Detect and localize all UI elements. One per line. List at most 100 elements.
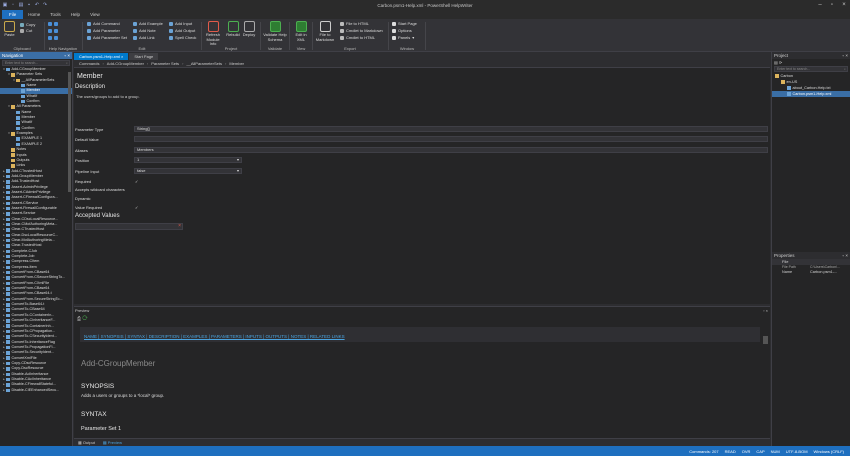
add-output-button[interactable]: Add Output <box>169 28 195 33</box>
paste-button[interactable]: Paste <box>4 21 15 38</box>
close-window-button[interactable]: × <box>838 0 850 10</box>
menu-home[interactable]: Home <box>23 10 45 19</box>
title-bar: ▣ ▫ ▤ ▪ ↶ ↷ Carbon.psm1-Help.xml - Power… <box>0 0 850 10</box>
print-icon[interactable]: ⎙ <box>77 316 81 322</box>
markdown-icon <box>319 21 331 32</box>
tab-carbon-help-xml[interactable]: Carbon.psm1-Help.xml × <box>74 53 129 60</box>
navigation-panel: Navigation ▫ × Enter text to search... ⌕ ▾… <box>0 52 73 446</box>
clipboard-group: Paste Copy Cut Clipboard <box>4 21 36 51</box>
panel-pin-icon[interactable]: ▫ × <box>843 252 848 259</box>
bottom-tabs: ▦ Output ▦ Preview <box>74 438 770 446</box>
document-icon <box>21 83 25 88</box>
maximize-button[interactable]: ▫ <box>826 0 838 10</box>
description-textarea[interactable]: The users/groups to add to a group. <box>75 93 769 125</box>
status-line-endings[interactable]: Windows (CRLF) <box>814 449 844 454</box>
add-parameter-button[interactable]: Add Parameter <box>87 28 120 33</box>
accepted-values-input[interactable]: × <box>75 223 183 230</box>
add-example-button[interactable]: Add Example <box>133 21 163 26</box>
document-icon <box>6 383 10 387</box>
project-tree-item[interactable]: Carbon.psm1-Help.xml <box>772 91 850 97</box>
collapse-icon[interactable]: ▤ <box>774 60 778 65</box>
panel-pin-icon[interactable]: ▫ × <box>763 308 768 313</box>
required-checkbox[interactable]: ✓ <box>135 179 138 184</box>
panel-pin-icon[interactable]: ▫ × <box>65 52 70 59</box>
panels-button[interactable]: Panels ▾ <box>392 35 414 40</box>
rebuild-icon <box>227 21 239 32</box>
folder-icon <box>11 73 15 77</box>
tab-preview[interactable]: ▦ Preview <box>99 440 126 445</box>
file-to-html-button[interactable]: File to HTML <box>340 21 369 26</box>
document-icon <box>6 233 10 238</box>
document-icon <box>6 340 10 344</box>
add-note-button[interactable]: Add Note <box>133 28 156 33</box>
validate-help-schema-button[interactable]: Validate Help Schema <box>263 21 287 42</box>
copy-button[interactable]: Copy <box>20 22 35 27</box>
refresh-icon[interactable]: ⟳ <box>82 316 87 322</box>
menu-file[interactable]: File <box>2 10 24 19</box>
parameter-type-field[interactable]: String[] <box>134 126 768 132</box>
parameter-editor: Member Description The users/groups to a… <box>74 68 770 304</box>
add-example-icon <box>133 21 137 26</box>
project-search-input[interactable]: Enter text to search... ⌕ <box>774 66 848 72</box>
add-link-icon <box>133 35 137 40</box>
menu-tools[interactable]: Tools <box>45 10 66 19</box>
preview-panel: Preview ▫ × ⎙ ⟳ NAME | SYNOPSIS | SYNTAX… <box>74 306 770 438</box>
nav-back-icon[interactable] <box>48 22 58 26</box>
breadcrumb-item[interactable]: Member <box>226 61 247 66</box>
breadcrumb: Commands › Add-CGroupMember › Parameter Se… <box>74 60 770 68</box>
cmdlet-to-markdown-button[interactable]: Cmdlet to Markdown <box>340 28 383 33</box>
nav-up-icon[interactable] <box>48 29 58 33</box>
status-encoding[interactable]: UTF-8-BOM <box>786 449 808 454</box>
document-icon <box>6 377 10 382</box>
minimize-button[interactable]: – <box>814 0 826 10</box>
rebuild-button[interactable]: Rebuild <box>226 21 240 38</box>
refresh-icon[interactable]: ⟳ <box>779 60 782 65</box>
refresh-icon <box>207 21 219 32</box>
preview-scrollbar[interactable] <box>763 336 768 344</box>
document-icon <box>787 86 791 90</box>
clear-icon[interactable]: × <box>178 224 181 229</box>
tree-item[interactable]: ▸ Disable-CIEEnhancedSecu... <box>0 388 72 393</box>
folder-icon <box>16 78 20 83</box>
html-small-icon <box>340 35 344 40</box>
document-icon <box>6 303 10 307</box>
preview-section-links[interactable]: NAME | SYNOPSIS | SYNTAX | DESCRIPTION |… <box>84 334 345 339</box>
add-command-button[interactable]: Add Command <box>87 21 120 26</box>
breadcrumb-item[interactable]: Add-CGroupMember <box>104 61 147 66</box>
breadcrumb-item[interactable]: Parameter Sets <box>148 61 182 66</box>
tab-start-page[interactable]: Start Page <box>129 53 159 60</box>
add-input-button[interactable]: Add Input <box>169 21 192 26</box>
position-select[interactable]: 1 ▾ <box>134 157 242 163</box>
default-value-field[interactable] <box>134 136 768 142</box>
add-parameter-set-button[interactable]: Add Parameter Set <box>87 35 127 40</box>
aliases-field[interactable]: Members <box>134 147 768 153</box>
start-page-button[interactable]: Start Page <box>392 21 417 26</box>
close-icon[interactable]: × <box>121 54 123 59</box>
value-required-checkbox[interactable]: ✓ <box>135 205 138 210</box>
cmdlet-to-html-button[interactable]: Cmdlet to HTML <box>340 35 375 40</box>
aliases-label: Aliases <box>75 148 88 153</box>
file-to-markdown-button[interactable]: File to Markdown <box>314 21 336 42</box>
navigation-search-input[interactable]: Enter text to search... ⌕ <box>2 60 70 66</box>
pipeline-input-select[interactable]: false ▾ <box>134 168 242 174</box>
tab-output[interactable]: ▦ Output <box>74 440 99 445</box>
properties-row-name[interactable]: Name Carbon.psm1-... <box>772 270 850 275</box>
edit-in-xml-button[interactable]: Edit in XML <box>291 21 311 42</box>
cut-button[interactable]: Cut <box>20 28 32 33</box>
refresh-module-info-button[interactable]: Refresh Module Info <box>203 21 223 47</box>
deploy-button[interactable]: Deploy <box>242 21 256 38</box>
document-icon <box>6 174 10 179</box>
menu-view[interactable]: View <box>85 10 105 19</box>
add-link-button[interactable]: Add Link <box>133 35 155 40</box>
breadcrumb-item[interactable]: Commands <box>76 61 102 66</box>
options-button[interactable]: Options <box>392 28 412 33</box>
navigation-scrollbar[interactable] <box>68 72 71 192</box>
document-icon <box>16 137 20 141</box>
validate-icon <box>269 21 281 32</box>
spell-check-button[interactable]: Spell Check <box>169 35 196 40</box>
breadcrumb-item[interactable]: __AllParameterSets <box>183 61 225 66</box>
menu-help[interactable]: Help <box>66 10 85 19</box>
nav-down-icon[interactable] <box>48 36 58 40</box>
panel-pin-icon[interactable]: ▫ × <box>843 52 848 59</box>
preview-synopsis-heading: SYNOPSIS <box>81 383 115 390</box>
